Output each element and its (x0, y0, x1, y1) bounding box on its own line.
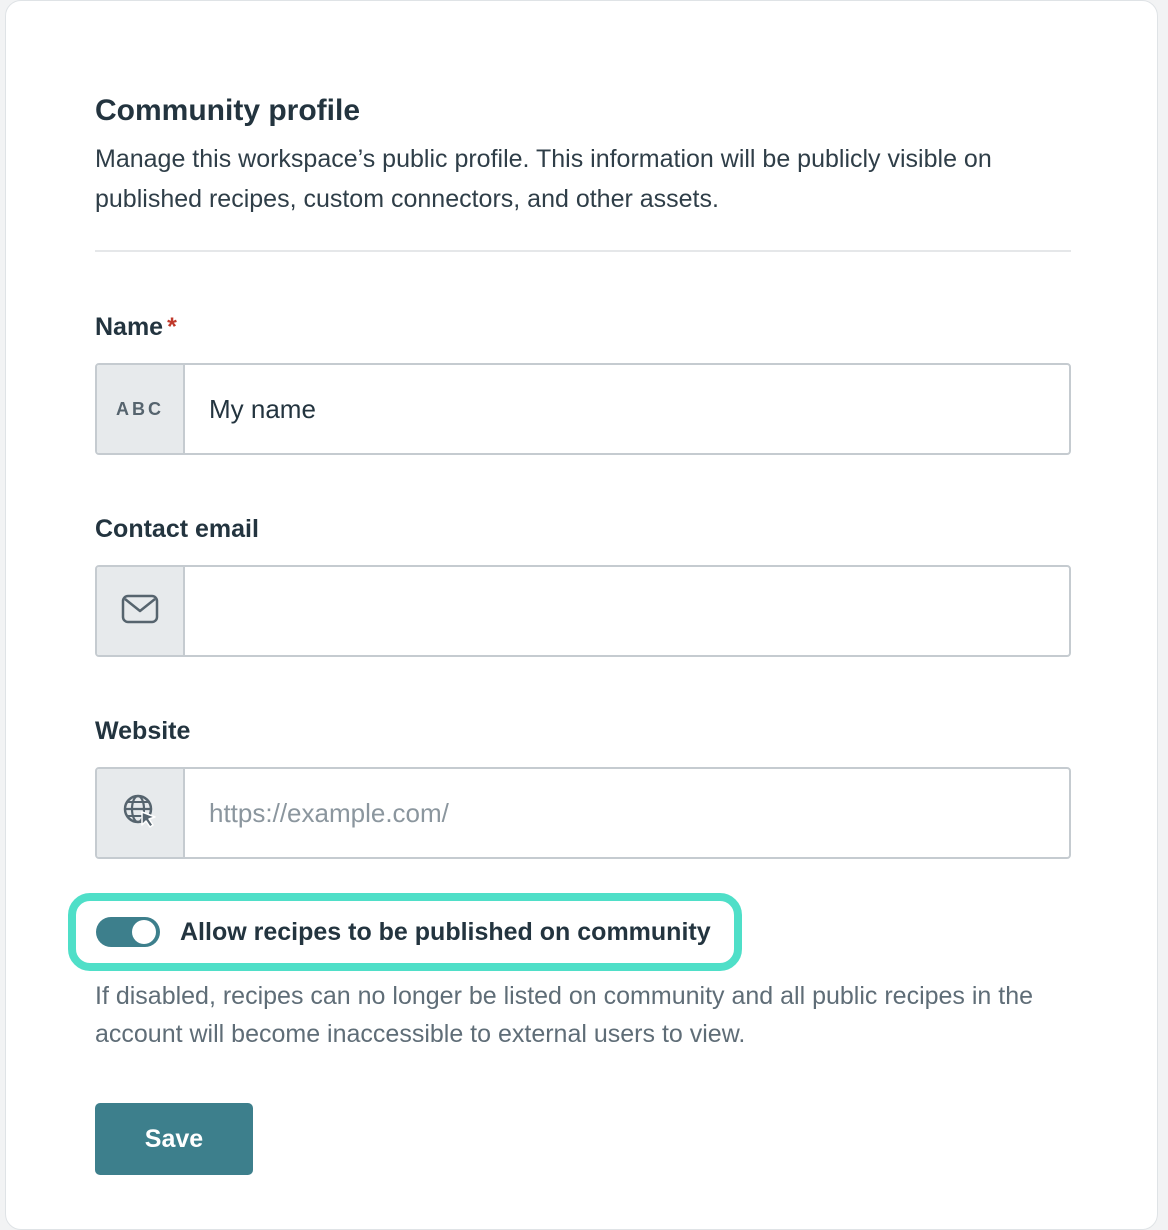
page-title: Community profile (95, 94, 361, 127)
name-label-text: Name (95, 313, 164, 341)
website-input-group (95, 767, 1071, 859)
globe-cursor-icon (122, 793, 158, 834)
email-field-label: Contact email (95, 515, 259, 543)
mail-icon (121, 594, 159, 629)
community-toggle-highlight: Allow recipes to be published on communi… (68, 893, 742, 971)
email-input[interactable] (185, 567, 1069, 655)
name-input-group: ABC (95, 363, 1071, 455)
name-prefix: ABC (97, 365, 185, 453)
page-description: Manage this workspace’s public profile. … (95, 145, 992, 213)
community-toggle-switch[interactable] (96, 917, 160, 947)
required-marker: * (167, 313, 177, 341)
community-toggle-label[interactable]: Allow recipes to be published on communi… (180, 918, 711, 947)
save-button[interactable]: Save (95, 1103, 253, 1175)
website-input[interactable] (185, 769, 1069, 857)
text-type-icon: ABC (116, 398, 164, 419)
website-prefix (97, 769, 185, 857)
community-toggle-hint: If disabled, recipes can no longer be li… (95, 982, 1034, 1048)
name-field-label: Name * (95, 311, 177, 343)
community-profile-card: Community profile Manage this workspace’… (5, 0, 1158, 1230)
website-field-label: Website (95, 717, 191, 745)
toggle-knob (132, 920, 156, 944)
section-divider (95, 250, 1071, 252)
email-input-group (95, 565, 1071, 657)
email-prefix (97, 567, 185, 655)
name-input[interactable] (185, 365, 1069, 453)
